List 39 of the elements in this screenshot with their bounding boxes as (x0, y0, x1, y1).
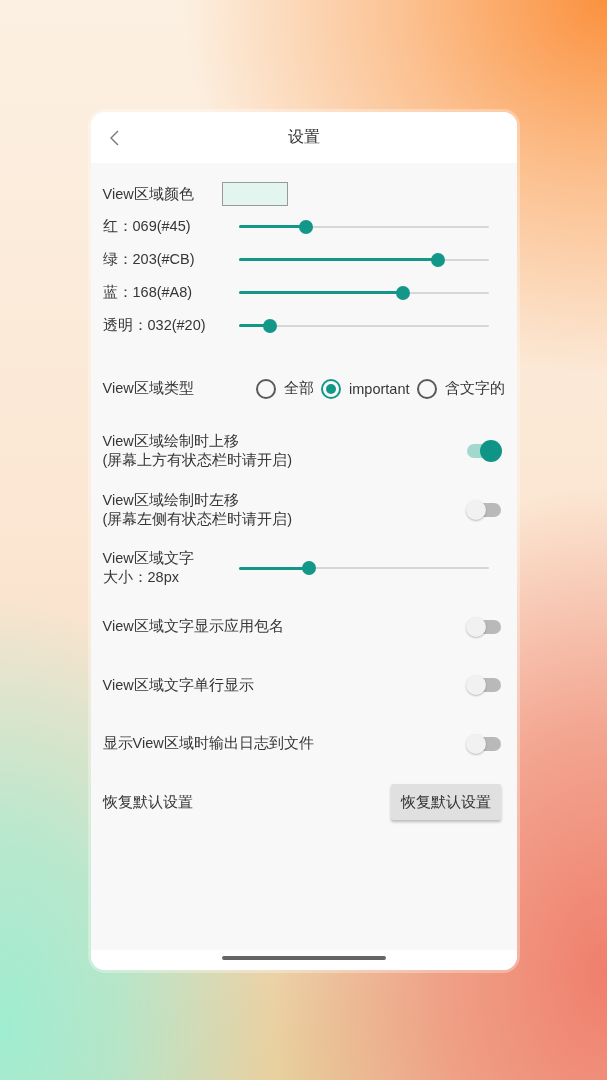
slider-thumb[interactable] (299, 219, 313, 234)
toggle-switch[interactable] (465, 440, 502, 462)
slider-thumb[interactable] (430, 252, 445, 267)
channel-label: 红：069(#45) (102, 217, 192, 236)
size-reading: 大小：28px (102, 568, 180, 587)
channel-label: 透明：032(#20) (102, 316, 207, 335)
setting-label: View区域颜色 (102, 184, 195, 204)
slider-track[interactable] (238, 561, 489, 575)
setting-label: View区域类型 (102, 379, 194, 398)
toggle-switch[interactable] (465, 732, 502, 755)
slider-track[interactable] (238, 285, 489, 300)
slider-thumb[interactable] (262, 318, 277, 333)
setting-hint: (屏幕上方有状态栏时请开启) (102, 451, 293, 470)
slider-thumb[interactable] (301, 561, 316, 575)
setting-label: View区域文字单行显示 (102, 675, 254, 695)
channel-label: 绿：203(#CB) (102, 250, 196, 269)
radio-option[interactable]: important (321, 378, 410, 399)
toggle-switch[interactable] (465, 615, 502, 638)
channel-label: 蓝：168(#A8) (102, 283, 194, 302)
setting-label: View区域绘制时左移 (102, 490, 240, 510)
slider-thumb[interactable] (396, 285, 411, 300)
setting-label: View区域文字 (102, 549, 195, 568)
toggle-switch[interactable] (465, 674, 502, 696)
setting-hint: (屏幕左侧有状态栏时请开启) (102, 509, 293, 529)
slider-track[interactable] (238, 219, 489, 234)
setting-label: 显示View区域时输出日志到文件 (102, 734, 314, 753)
setting-label: View区域文字显示应用包名 (102, 617, 284, 636)
setting-label: 恢复默认设置 (102, 792, 193, 812)
screen-title: 设置 (287, 127, 320, 147)
back-icon (108, 130, 119, 146)
color-swatch[interactable] (221, 182, 288, 206)
radio-option[interactable]: 全部 (256, 378, 315, 399)
radio-option[interactable]: 含文字的 (416, 378, 505, 399)
slider-track[interactable] (238, 318, 489, 333)
setting-label: View区域绘制时上移 (102, 432, 240, 451)
toggle-switch[interactable] (465, 498, 502, 521)
reset-button[interactable]: 恢复默认设置 (390, 784, 501, 820)
back-button[interactable] (108, 130, 119, 146)
slider-track[interactable] (238, 252, 489, 267)
